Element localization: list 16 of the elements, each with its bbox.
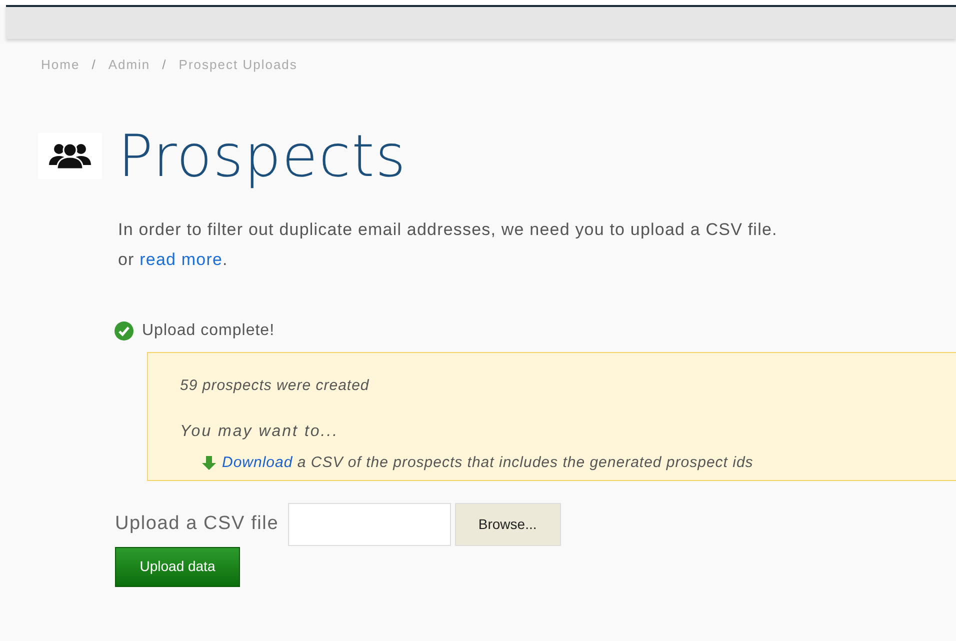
download-link[interactable]: Download: [222, 454, 293, 471]
browse-button[interactable]: Browse...: [454, 502, 561, 546]
status-message: Upload complete!: [142, 320, 275, 340]
breadcrumb-separator: /: [162, 56, 167, 74]
download-arrow-icon: [202, 456, 216, 470]
upload-label: Upload a CSV file: [115, 512, 279, 536]
download-text: Download a CSV of the prospects that includes the generated prospect ids: [222, 453, 754, 473]
read-more-link[interactable]: read more: [140, 250, 223, 268]
upload-data-button[interactable]: Upload data: [115, 546, 240, 586]
result-prompt: You may want to...: [180, 422, 340, 442]
people-icon: [38, 132, 102, 178]
check-circle-icon: [114, 320, 134, 340]
breadcrumb-separator: /: [92, 56, 96, 74]
intro-text: In order to filter out duplicate email addresses, we need you to upload a CSV file. or read more.: [118, 218, 778, 270]
result-summary: 59 prospects were created: [180, 376, 370, 396]
file-path-field[interactable]: [288, 502, 451, 546]
